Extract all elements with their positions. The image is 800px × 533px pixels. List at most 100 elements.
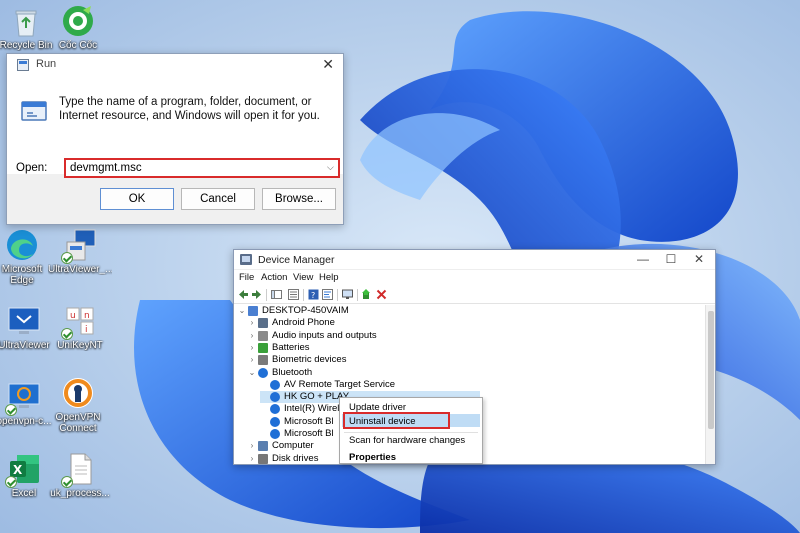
open-label: Open: <box>16 162 48 174</box>
update-driver-icon[interactable] <box>362 289 373 300</box>
menu-file[interactable]: File <box>239 272 254 283</box>
bluetooth-icon <box>270 392 280 403</box>
tree-item-label: Biometric devices <box>272 354 347 366</box>
run-titlebar[interactable]: Run ✕ <box>7 54 343 76</box>
bluetooth-icon <box>270 404 280 415</box>
properties-icon[interactable] <box>322 289 333 300</box>
chevron-right-icon[interactable]: › <box>248 342 256 354</box>
help-icon[interactable]: ? <box>308 289 319 300</box>
tree-item-biometric-devices[interactable]: › Biometric devices <box>248 354 468 366</box>
tree-item-batteries[interactable]: › Batteries <box>248 342 468 354</box>
tree-item-label: Microsoft Bl <box>284 428 334 439</box>
tree-item-label: Microsoft Bl <box>284 415 334 427</box>
tree-item-audio-inputs-outputs[interactable]: › Audio inputs and outputs <box>248 330 468 342</box>
svg-text:?: ? <box>311 291 315 300</box>
chevron-right-icon[interactable]: › <box>248 330 256 342</box>
device-category-icon <box>258 453 268 464</box>
tree-item-label: Android Phone <box>272 317 335 329</box>
svg-text:i: i <box>85 325 88 335</box>
menu-separator <box>344 432 478 433</box>
tree-item-label: Computer <box>272 440 314 452</box>
scrollbar-thumb[interactable] <box>708 311 714 429</box>
vertical-scrollbar[interactable] <box>705 305 715 464</box>
back-arrow-icon[interactable] <box>238 289 249 300</box>
run-icon <box>21 101 47 121</box>
menu-item-uninstall-device[interactable]: Uninstall device <box>349 416 416 427</box>
desktop-icon-label: Microsoft Edge <box>1 264 43 286</box>
run-app-icon <box>17 59 29 71</box>
bluetooth-icon <box>270 429 280 439</box>
scan-hardware-icon[interactable] <box>342 289 353 300</box>
tree-item-label: DESKTOP-450VAIM <box>262 305 349 316</box>
menu-view[interactable]: View <box>293 272 313 283</box>
device-manager-app-icon <box>240 254 252 265</box>
svg-text:X: X <box>13 463 23 477</box>
tree-item-bluetooth[interactable]: ⌄ Bluetooth <box>248 367 468 379</box>
chevron-down-icon[interactable]: ⌵ <box>327 162 334 173</box>
desktop-icon-ultraviewer-setup[interactable]: UltraViewer_... <box>48 228 112 275</box>
chevron-down-icon[interactable]: ⌄ <box>238 305 246 317</box>
ok-button[interactable]: OK <box>100 188 174 210</box>
desktop-icon-label: UniKeyNT <box>57 340 103 351</box>
forward-arrow-icon[interactable] <box>251 289 262 300</box>
tree-item-label: Bluetooth <box>272 366 313 378</box>
menu-item-scan-hardware-changes[interactable]: Scan for hardware changes <box>349 435 465 446</box>
desktop-icon-label: uk_process... <box>50 488 110 499</box>
device-manager-titlebar[interactable]: Device Manager — ☐ ✕ <box>234 250 715 270</box>
browse-button[interactable]: Browse... <box>262 188 336 210</box>
tree-item-av-remote-target-service[interactable]: AV Remote Target Service <box>260 379 480 391</box>
device-category-icon <box>248 306 258 316</box>
uninstall-icon[interactable] <box>376 289 387 300</box>
menu-item-update-driver[interactable]: Update driver <box>349 402 406 413</box>
chevron-right-icon[interactable]: › <box>248 354 256 366</box>
excel-icon: X <box>5 452 41 488</box>
desktop-icon-unikey[interactable]: uni UniKeyNT <box>48 304 112 351</box>
desktop-icon-coccoc[interactable]: Cốc Cốc <box>46 4 110 51</box>
run-dialog: Run ✕ Type the name of a program, folder… <box>6 53 344 225</box>
openvpn-setup-icon <box>5 380 41 416</box>
unikey-icon: uni <box>61 304 97 340</box>
desktop-icon-label: Cốc Cốc <box>58 40 98 51</box>
tree-item-computer-root[interactable]: ⌄ DESKTOP-450VAIM <box>238 305 458 317</box>
device-category-icon <box>258 355 268 366</box>
tree-item-label: Audio inputs and outputs <box>272 329 377 341</box>
device-category-icon <box>258 330 268 341</box>
tree-item-label: Batteries <box>272 341 310 353</box>
device-manager-title: Device Manager <box>258 254 335 266</box>
menu-action[interactable]: Action <box>261 272 287 283</box>
device-category-icon <box>258 342 268 353</box>
chevron-right-icon[interactable]: › <box>248 317 256 329</box>
desktop-icon-uk-process[interactable]: uk_process... <box>48 452 112 499</box>
desktop-icon-openvpn[interactable]: OpenVPN Connect <box>46 376 110 434</box>
device-category-icon <box>258 318 268 329</box>
bluetooth-icon <box>270 416 280 427</box>
tree-item-label: Disk drives <box>272 452 319 464</box>
desktop-icon-edge[interactable]: Microsoft Edge <box>0 228 54 286</box>
desktop-icon-label: OpenVPN Connect <box>55 412 101 434</box>
run-dialog-title: Run <box>36 58 57 70</box>
edge-icon <box>5 228 39 262</box>
menu-help[interactable]: Help <box>319 272 339 283</box>
menu-item-properties[interactable]: Properties <box>349 452 396 463</box>
svg-text:u: u <box>70 311 76 321</box>
run-description: Type the name of a program, folder, docu… <box>59 96 320 122</box>
document-icon <box>61 452 97 488</box>
desktop-icon-label: UltraViewer_... <box>48 264 112 275</box>
show-hide-console-tree-icon[interactable] <box>271 289 282 300</box>
chevron-right-icon[interactable]: › <box>248 440 256 452</box>
close-icon[interactable]: ✕ <box>690 252 708 266</box>
context-menu: Update driver Uninstall device Scan for … <box>339 397 483 464</box>
chevron-right-icon[interactable]: › <box>248 453 256 464</box>
chevron-down-icon[interactable]: ⌄ <box>248 367 256 379</box>
openvpn-icon <box>61 376 95 410</box>
minimize-icon[interactable]: — <box>634 252 652 266</box>
list-view-icon[interactable] <box>288 289 299 300</box>
device-category-icon <box>258 441 268 452</box>
close-icon[interactable]: ✕ <box>322 56 334 73</box>
recycle-bin-icon <box>9 4 43 38</box>
bluetooth-icon <box>270 379 280 390</box>
menu-bar: File Action View Help <box>234 270 715 286</box>
cancel-button[interactable]: Cancel <box>181 188 255 210</box>
maximize-icon[interactable]: ☐ <box>662 252 680 266</box>
tree-item-android-phone[interactable]: › Android Phone <box>248 317 468 329</box>
